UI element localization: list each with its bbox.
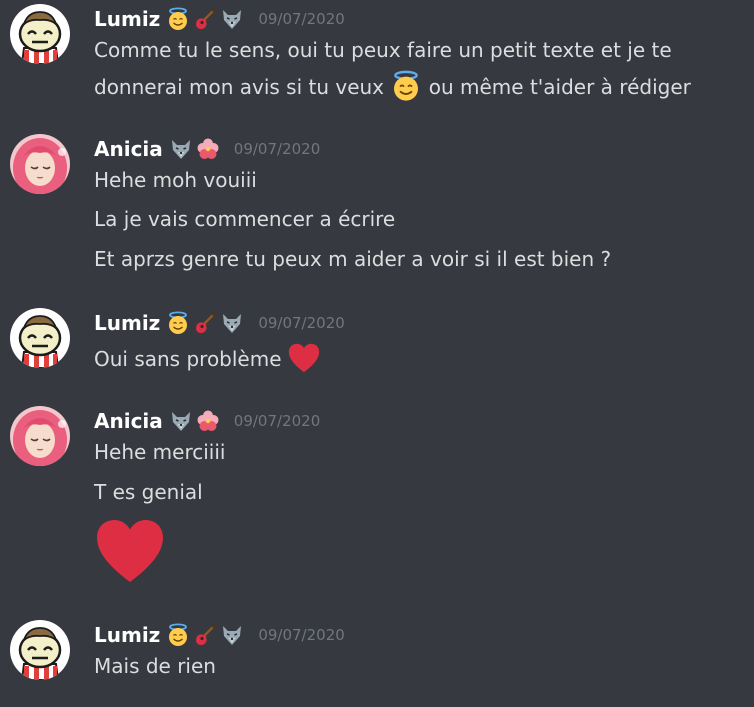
wolf-emoji-icon — [220, 623, 244, 647]
avatar-lumiz[interactable] — [10, 4, 70, 64]
timestamp[interactable]: 09/07/2020 — [258, 10, 344, 28]
message-text: donnerai mon avis si tu veux ou même t'a… — [94, 70, 691, 102]
message-text: Oui sans problème — [94, 342, 320, 374]
username[interactable]: Lumiz — [94, 311, 160, 335]
timestamp[interactable]: 09/07/2020 — [258, 314, 344, 332]
username-badges — [166, 311, 244, 335]
halo-smile-emoji-icon — [390, 70, 422, 102]
username[interactable]: Lumiz — [94, 7, 160, 31]
hibiscus-emoji-icon — [196, 409, 220, 433]
avatar-anicia[interactable] — [10, 406, 70, 466]
avatar-lumiz[interactable] — [10, 620, 70, 680]
username[interactable]: Lumiz — [94, 623, 160, 647]
message-header: Lumiz 09/07/2020 — [94, 309, 345, 337]
message-header: Anicia 09/07/2020 — [94, 135, 320, 163]
halo-smile-emoji-icon — [166, 623, 190, 647]
wolf-emoji-icon — [220, 311, 244, 335]
message-text-part: Oui sans problème — [94, 347, 282, 371]
big-red-heart-emoji-icon — [94, 518, 166, 584]
timestamp[interactable]: 09/07/2020 — [234, 412, 320, 430]
message-header: Anicia 09/07/2020 — [94, 407, 320, 435]
guitar-emoji-icon — [193, 7, 217, 31]
timestamp[interactable]: 09/07/2020 — [234, 140, 320, 158]
username-badges — [169, 409, 220, 433]
message-text-part: ou même t'aider à rédiger — [428, 75, 691, 99]
halo-smile-emoji-icon — [166, 311, 190, 335]
wolf-emoji-icon — [220, 7, 244, 31]
guitar-emoji-icon — [193, 623, 217, 647]
guitar-emoji-icon — [193, 311, 217, 335]
avatar-lumiz[interactable] — [10, 308, 70, 368]
username-badges — [166, 623, 244, 647]
message-text-part: donnerai mon avis si tu veux — [94, 75, 385, 99]
message-text: Et aprzs genre tu peux m aider a voir si… — [94, 247, 612, 271]
avatar-anicia[interactable] — [10, 134, 70, 194]
message-header: Lumiz 09/07/2020 — [94, 621, 345, 649]
username-badges — [166, 7, 244, 31]
wolf-emoji-icon — [169, 409, 193, 433]
username[interactable]: Anicia — [94, 409, 163, 433]
username-badges — [169, 137, 220, 161]
message-text: Hehe merciiii — [94, 440, 226, 464]
message-text: T es genial — [94, 480, 203, 504]
halo-smile-emoji-icon — [166, 7, 190, 31]
hibiscus-emoji-icon — [196, 137, 220, 161]
message-header: Lumiz 09/07/2020 — [94, 5, 345, 33]
message-text: Mais de rien — [94, 654, 216, 678]
message-text: Hehe moh vouiii — [94, 168, 257, 192]
red-heart-emoji-icon — [288, 342, 320, 374]
wolf-emoji-icon — [169, 137, 193, 161]
timestamp[interactable]: 09/07/2020 — [258, 626, 344, 644]
message-text: Comme tu le sens, oui tu peux faire un p… — [94, 38, 672, 62]
username[interactable]: Anicia — [94, 137, 163, 161]
message-text: La je vais commencer a écrire — [94, 207, 396, 231]
